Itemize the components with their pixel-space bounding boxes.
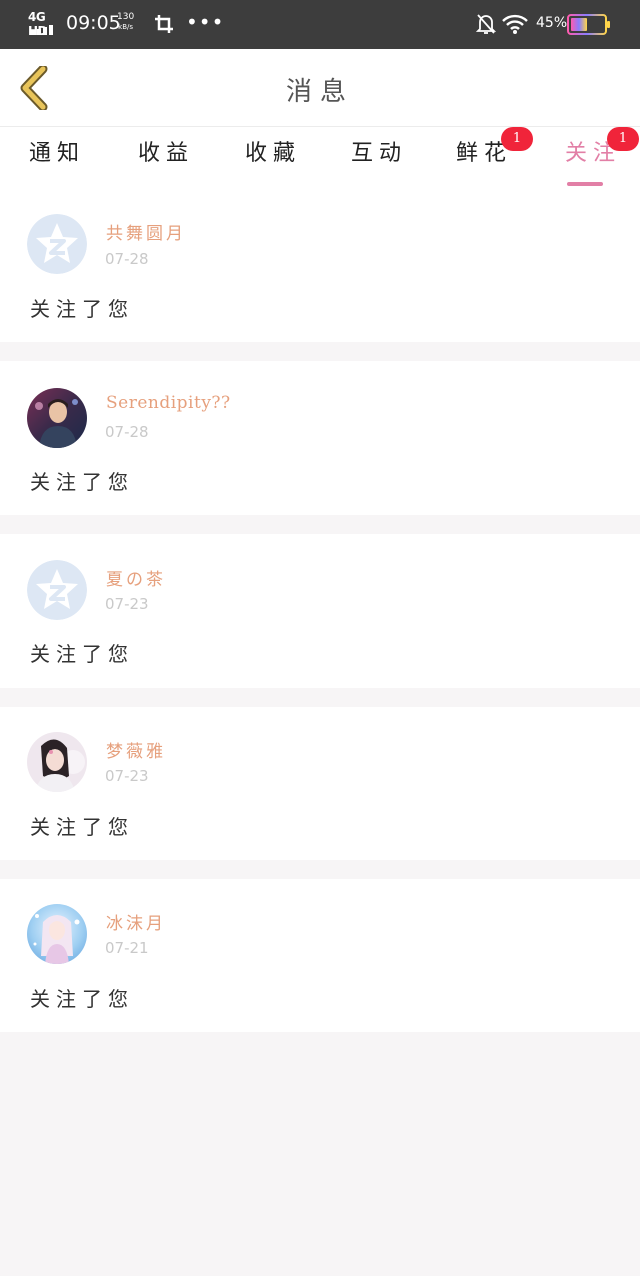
wifi-icon <box>502 14 528 34</box>
list-item[interactable]: 冰沫月 07-21 关注了您 <box>0 879 640 1032</box>
mute-bell-icon <box>476 14 496 34</box>
avatar[interactable] <box>27 214 87 274</box>
more-notifications-icon: ••• <box>186 10 225 34</box>
user-name[interactable]: Serendipity?? <box>106 393 231 413</box>
user-name[interactable]: 共舞圆月 <box>106 219 186 244</box>
default-avatar-icon <box>27 214 87 274</box>
tab-label: 收藏 <box>245 141 302 166</box>
user-photo-icon <box>27 904 87 964</box>
network-speed-unit: kB/s <box>118 23 134 31</box>
avatar[interactable] <box>27 732 87 792</box>
user-photo-icon <box>27 388 87 448</box>
notification-message: 关注了您 <box>30 815 134 839</box>
tab-interactions[interactable]: 互动 <box>351 135 407 185</box>
tab-follows[interactable]: 关注 1 <box>565 127 639 186</box>
user-photo-icon <box>27 732 87 792</box>
tab-label: 通知 <box>29 141 86 166</box>
tab-favorites[interactable]: 收藏 <box>245 135 301 185</box>
notification-message: 关注了您 <box>30 987 134 1011</box>
list-item[interactable]: Serendipity?? 07-28 关注了您 <box>0 361 640 515</box>
notification-date: 07-28 <box>105 423 149 441</box>
tab-earnings[interactable]: 收益 <box>138 135 194 185</box>
notification-date: 07-21 <box>105 939 149 957</box>
notification-message: 关注了您 <box>30 297 134 321</box>
list-item[interactable]: 梦薇雅 07-23 关注了您 <box>0 707 640 860</box>
tab-bar: 通知 收益 收藏 互动 鲜花 1 关注 1 <box>0 127 640 187</box>
tab-flowers[interactable]: 鲜花 1 <box>456 127 533 185</box>
list-item[interactable]: 共舞圆月 07-28 关注了您 <box>0 187 640 342</box>
list-item[interactable]: 夏の茶 07-23 关注了您 <box>0 534 640 688</box>
status-bar: 4G HD 09:05 130 kB/s ••• 45% <box>0 0 640 49</box>
network-speed-value: 130 <box>117 12 135 22</box>
notification-date: 07-28 <box>105 250 149 268</box>
network-speed: 130 kB/s <box>117 11 134 32</box>
user-name[interactable]: 冰沫月 <box>106 909 166 934</box>
battery-percent: 45% <box>536 15 568 31</box>
battery-icon <box>567 14 610 35</box>
tab-notifications[interactable]: 通知 <box>29 135 85 185</box>
avatar[interactable] <box>27 388 87 448</box>
avatar[interactable] <box>27 560 87 620</box>
header-bar: 消息 <box>0 49 640 127</box>
avatar[interactable] <box>27 904 87 964</box>
active-tab-indicator <box>567 182 603 186</box>
tab-label: 收益 <box>138 141 195 166</box>
notification-date: 07-23 <box>105 595 149 613</box>
default-avatar-icon <box>27 560 87 620</box>
notification-message: 关注了您 <box>30 642 134 666</box>
notification-date: 07-23 <box>105 767 149 785</box>
user-name[interactable]: 梦薇雅 <box>106 737 166 762</box>
tab-label: 互动 <box>351 141 408 166</box>
follows-count-badge: 1 <box>607 127 639 151</box>
page-title: 消息 <box>285 77 354 107</box>
status-time: 09:05 <box>66 12 121 34</box>
user-name[interactable]: 夏の茶 <box>106 565 166 590</box>
flowers-count-badge: 1 <box>501 127 533 151</box>
notification-message: 关注了您 <box>30 470 134 494</box>
cellular-signal-icon: 4G HD <box>28 10 58 38</box>
screenshot-icon <box>155 15 173 33</box>
